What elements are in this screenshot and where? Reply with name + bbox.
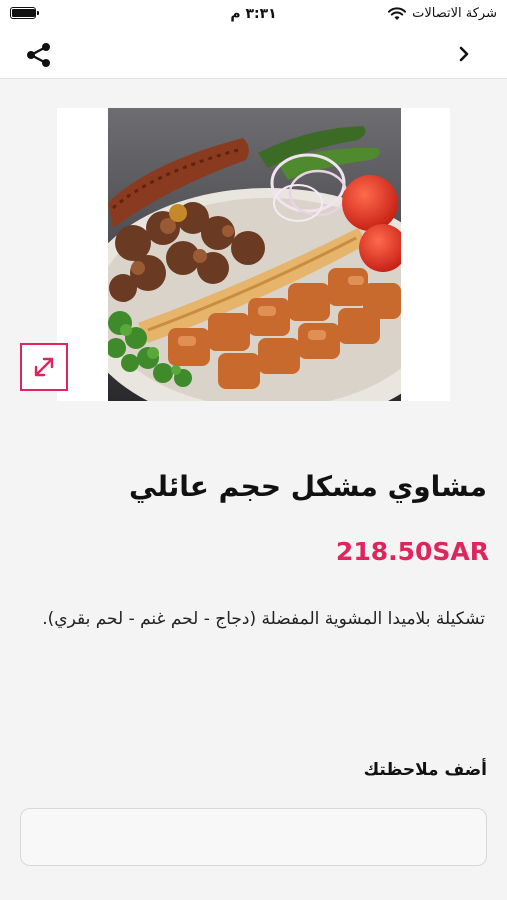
note-input[interactable] [20, 808, 487, 866]
nav-bar [0, 30, 507, 79]
wifi-icon [388, 6, 407, 20]
product-description: تشكيلة بلاميدا المشوية المفضلة (دجاج - ل… [42, 609, 485, 629]
product-image[interactable] [108, 108, 401, 401]
carrier-name: شركة الاتصالات [412, 6, 497, 21]
note-label: أضف ملاحظتك [363, 760, 487, 780]
expand-arrows-icon [34, 357, 54, 377]
product-price: 218.50SAR [335, 537, 489, 566]
carrier-info: شركة الاتصالات [388, 6, 497, 21]
back-button[interactable] [453, 42, 477, 66]
status-bar: ٣:٣١ م شركة الاتصالات [0, 0, 507, 30]
product-image-area [57, 108, 450, 401]
share-icon [27, 43, 50, 67]
expand-image-button[interactable] [20, 343, 68, 391]
chevron-right-icon [459, 46, 469, 62]
product-title: مشاوي مشكل حجم عائلي [129, 470, 487, 503]
share-button[interactable] [24, 40, 54, 70]
